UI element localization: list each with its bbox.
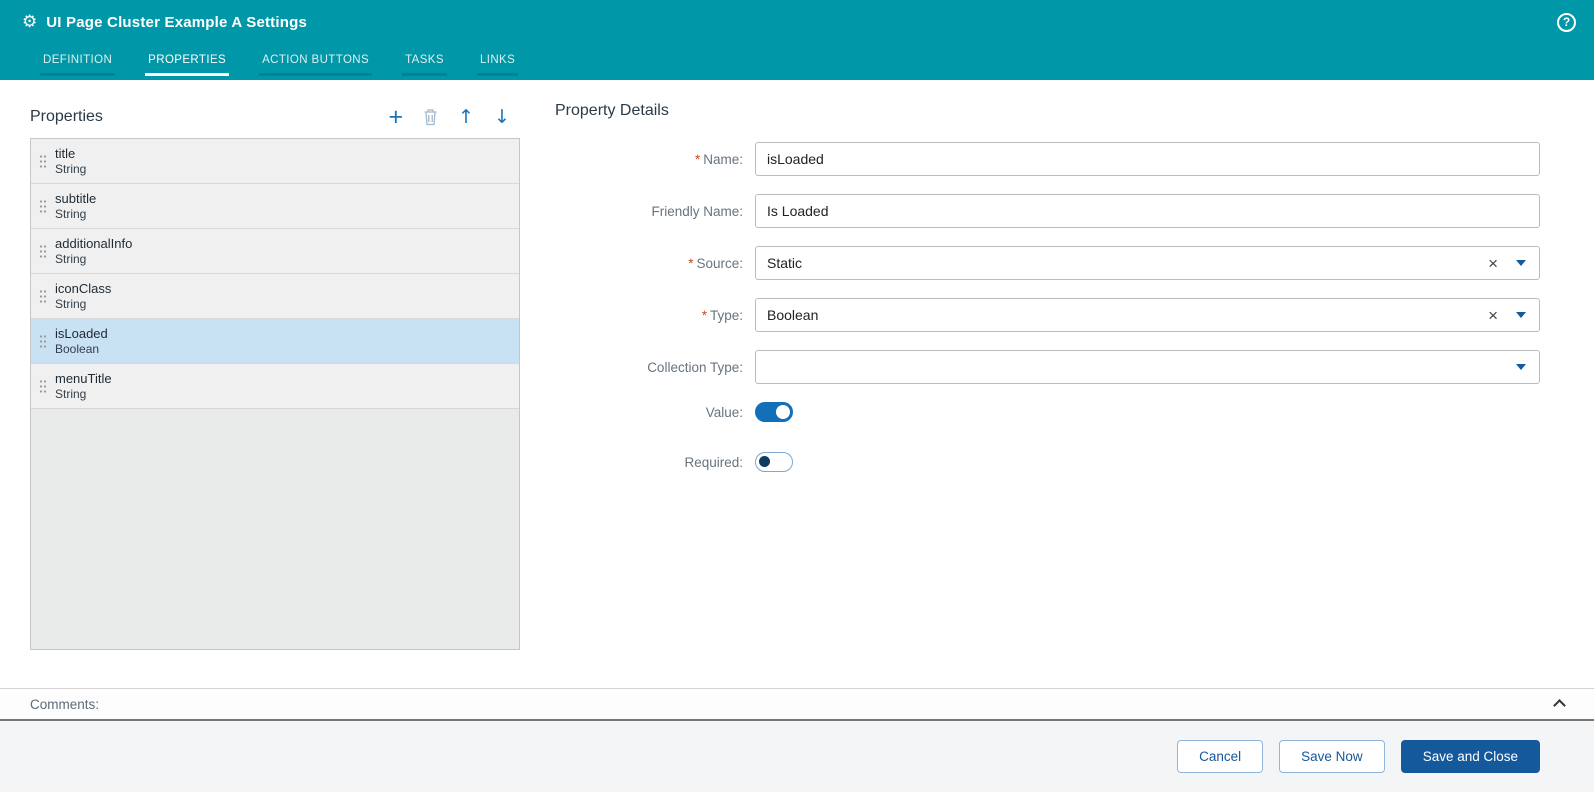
tab-properties[interactable]: PROPERTIES xyxy=(145,54,230,76)
header: ⚙ UI Page Cluster Example A Settings ? D… xyxy=(0,0,1594,80)
property-list-item[interactable]: menuTitle String xyxy=(31,364,519,409)
cancel-button[interactable]: Cancel xyxy=(1177,740,1264,773)
trash-icon xyxy=(424,109,437,126)
drag-handle-icon[interactable] xyxy=(39,333,47,349)
tab-action-buttons[interactable]: ACTION BUTTONS xyxy=(259,54,373,76)
property-details-title: Property Details xyxy=(555,102,669,119)
required-asterisk: * xyxy=(688,255,694,271)
help-icon[interactable]: ? xyxy=(1557,12,1576,32)
value-label: Value: xyxy=(705,404,743,420)
form-row-friendly-name: Friendly Name: xyxy=(555,194,1540,228)
tab-bar: DEFINITION PROPERTIES ACTION BUTTONS TAS… xyxy=(0,44,1594,80)
friendly-name-input[interactable] xyxy=(755,194,1540,228)
friendly-name-label: Friendly Name: xyxy=(651,203,743,219)
property-name: iconClass xyxy=(55,280,112,296)
property-type: String xyxy=(55,251,87,266)
comments-bar: Comments: xyxy=(0,688,1594,721)
source-select[interactable]: Static × xyxy=(755,246,1540,280)
property-type: String xyxy=(55,206,87,221)
source-value: Static xyxy=(767,255,803,271)
drag-handle-icon[interactable] xyxy=(39,198,47,214)
property-name: additionalInfo xyxy=(55,235,133,251)
property-details-panel: Property Details *Name: Friendly Name: *… xyxy=(520,102,1540,688)
toggle-knob xyxy=(759,456,770,467)
property-name: menuTitle xyxy=(55,370,112,386)
comments-label: Comments: xyxy=(30,696,100,712)
property-list: title String subtitle String additionalI… xyxy=(30,138,520,650)
tab-tasks[interactable]: TASKS xyxy=(402,54,447,76)
drag-handle-icon[interactable] xyxy=(39,378,47,394)
footer: Cancel Save Now Save and Close xyxy=(0,721,1594,792)
chevron-down-icon[interactable] xyxy=(1516,364,1526,370)
save-and-close-button[interactable]: Save and Close xyxy=(1400,740,1540,773)
property-type: String xyxy=(55,296,87,311)
properties-panel-title: Properties xyxy=(30,108,103,125)
property-name: isLoaded xyxy=(55,325,108,341)
property-type: String xyxy=(55,386,87,401)
move-down-button[interactable]: ↓ xyxy=(494,107,510,127)
property-list-item[interactable]: subtitle String xyxy=(31,184,519,229)
required-label: Required: xyxy=(684,454,743,470)
form-row-required: Required: xyxy=(555,452,1540,472)
property-type: Boolean xyxy=(55,341,100,356)
chevron-down-icon[interactable] xyxy=(1516,312,1526,318)
collapse-comments-button[interactable] xyxy=(1550,697,1568,712)
drag-handle-icon[interactable] xyxy=(39,243,47,259)
settings-window: ⚙ UI Page Cluster Example A Settings ? D… xyxy=(0,0,1594,792)
toggle-knob xyxy=(776,404,790,419)
add-property-button[interactable]: + xyxy=(389,104,404,130)
name-label: Name: xyxy=(703,151,743,167)
main-content: Properties + ↑ ↓ title String subtitle S… xyxy=(0,80,1594,688)
form-row-name: * Name: xyxy=(555,142,1540,176)
form-row-collection-type: Collection Type: xyxy=(555,350,1540,384)
drag-handle-icon[interactable] xyxy=(39,288,47,304)
property-list-item[interactable]: additionalInfo String xyxy=(31,229,519,274)
value-toggle[interactable] xyxy=(755,402,793,422)
properties-panel-header: Properties + ↑ ↓ xyxy=(30,102,520,132)
clear-icon[interactable]: × xyxy=(1488,307,1498,324)
properties-toolbar: + ↑ ↓ xyxy=(389,104,520,130)
gear-icon: ⚙ xyxy=(22,11,38,32)
delete-property-button[interactable] xyxy=(423,108,438,126)
type-select[interactable]: Boolean × xyxy=(755,298,1540,332)
property-name: subtitle xyxy=(55,190,97,206)
name-input[interactable] xyxy=(755,142,1540,176)
collection-type-select[interactable] xyxy=(755,350,1540,384)
property-type: String xyxy=(55,161,87,176)
property-list-item[interactable]: iconClass String xyxy=(31,274,519,319)
property-list-item[interactable]: title String xyxy=(31,139,519,184)
tab-links[interactable]: LINKS xyxy=(476,54,519,76)
required-asterisk: * xyxy=(701,307,707,323)
properties-panel: Properties + ↑ ↓ title String subtitle S… xyxy=(30,102,520,688)
form-row-source: * Source: Static × xyxy=(555,246,1540,280)
chevron-up-icon xyxy=(1552,699,1566,712)
required-toggle[interactable] xyxy=(755,452,793,472)
type-label: Type: xyxy=(709,307,743,323)
page-title: UI Page Cluster Example A Settings xyxy=(46,13,308,31)
collection-type-label: Collection Type: xyxy=(647,359,743,375)
clear-icon[interactable]: × xyxy=(1488,255,1498,272)
save-now-button[interactable]: Save Now xyxy=(1279,740,1385,773)
form-row-value: Value: xyxy=(555,402,1540,422)
form-row-type: * Type: Boolean × xyxy=(555,298,1540,332)
required-asterisk: * xyxy=(694,151,701,167)
property-name: title xyxy=(55,145,76,161)
type-value: Boolean xyxy=(767,307,819,323)
drag-handle-icon[interactable] xyxy=(39,153,47,169)
property-list-item[interactable]: isLoaded Boolean xyxy=(31,319,519,364)
title-bar: ⚙ UI Page Cluster Example A Settings ? xyxy=(0,0,1594,44)
tab-definition[interactable]: DEFINITION xyxy=(40,54,116,76)
chevron-down-icon[interactable] xyxy=(1516,260,1526,266)
source-label: Source: xyxy=(696,255,743,271)
move-up-button[interactable]: ↑ xyxy=(458,107,474,127)
